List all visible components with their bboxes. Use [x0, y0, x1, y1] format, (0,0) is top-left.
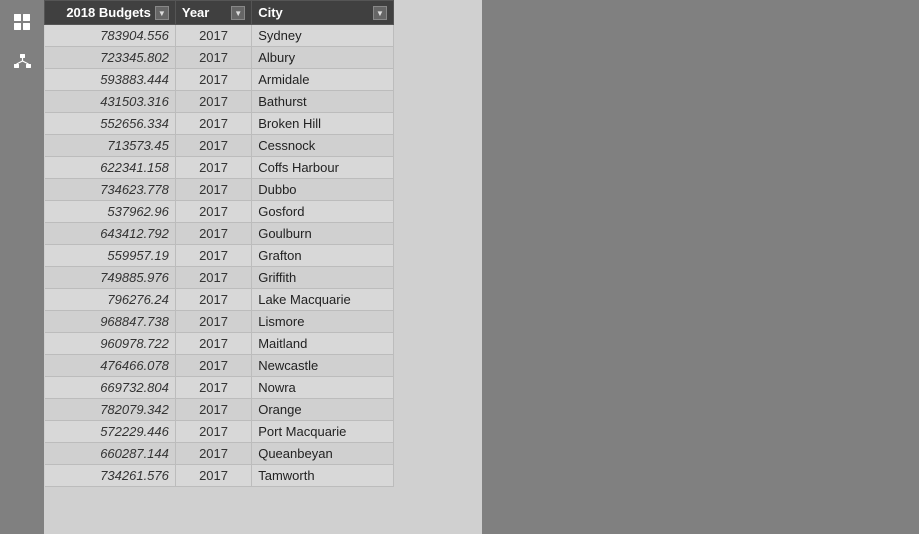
cell-year: 2017: [175, 135, 251, 157]
cell-budget: 713573.45: [45, 135, 176, 157]
cell-city: Albury: [252, 47, 394, 69]
budget-column-label: 2018 Budgets: [66, 5, 151, 20]
cell-year: 2017: [175, 355, 251, 377]
cell-year: 2017: [175, 245, 251, 267]
cell-city: Queanbeyan: [252, 443, 394, 465]
data-table-wrapper: 2018 Budgets ▼ Year ▼ City ▼: [44, 0, 482, 534]
cell-city: Tamworth: [252, 465, 394, 487]
year-dropdown-icon[interactable]: ▼: [231, 6, 245, 20]
cell-year: 2017: [175, 421, 251, 443]
table-row[interactable]: 713573.452017Cessnock: [45, 135, 394, 157]
cell-year: 2017: [175, 289, 251, 311]
cell-year: 2017: [175, 465, 251, 487]
table-row[interactable]: 782079.3422017Orange: [45, 399, 394, 421]
cell-year: 2017: [175, 377, 251, 399]
cell-budget: 749885.976: [45, 267, 176, 289]
table-row[interactable]: 572229.4462017Port Macquarie: [45, 421, 394, 443]
column-header-year[interactable]: Year ▼: [175, 1, 251, 25]
cell-year: 2017: [175, 201, 251, 223]
table-row[interactable]: 559957.192017Grafton: [45, 245, 394, 267]
cell-city: Broken Hill: [252, 113, 394, 135]
table-row[interactable]: 960978.7222017Maitland: [45, 333, 394, 355]
cell-city: Goulburn: [252, 223, 394, 245]
cell-city: Dubbo: [252, 179, 394, 201]
cell-year: 2017: [175, 443, 251, 465]
column-header-city[interactable]: City ▼: [252, 1, 394, 25]
year-column-label: Year: [182, 5, 209, 20]
cell-budget: 660287.144: [45, 443, 176, 465]
cell-city: Armidale: [252, 69, 394, 91]
cell-city: Coffs Harbour: [252, 157, 394, 179]
cell-year: 2017: [175, 25, 251, 47]
budget-dropdown-icon[interactable]: ▼: [155, 6, 169, 20]
cell-year: 2017: [175, 47, 251, 69]
table-row[interactable]: 669732.8042017Nowra: [45, 377, 394, 399]
cell-budget: 723345.802: [45, 47, 176, 69]
sidebar-icons: [0, 0, 44, 534]
cell-city: Sydney: [252, 25, 394, 47]
cell-city: Nowra: [252, 377, 394, 399]
city-column-label: City: [258, 5, 283, 20]
cell-year: 2017: [175, 399, 251, 421]
cell-year: 2017: [175, 69, 251, 91]
cell-budget: 431503.316: [45, 91, 176, 113]
table-row[interactable]: 749885.9762017Griffith: [45, 267, 394, 289]
table-row[interactable]: 783904.5562017Sydney: [45, 25, 394, 47]
table-row[interactable]: 537962.962017Gosford: [45, 201, 394, 223]
cell-city: Cessnock: [252, 135, 394, 157]
cell-city: Maitland: [252, 333, 394, 355]
cell-budget: 593883.444: [45, 69, 176, 91]
cell-city: Bathurst: [252, 91, 394, 113]
city-dropdown-icon[interactable]: ▼: [373, 6, 387, 20]
table-row[interactable]: 796276.242017Lake Macquarie: [45, 289, 394, 311]
cell-year: 2017: [175, 311, 251, 333]
table-row[interactable]: 734623.7782017Dubbo: [45, 179, 394, 201]
cell-city: Griffith: [252, 267, 394, 289]
cell-budget: 643412.792: [45, 223, 176, 245]
cell-budget: 476466.078: [45, 355, 176, 377]
table-row[interactable]: 723345.8022017Albury: [45, 47, 394, 69]
cell-city: Lake Macquarie: [252, 289, 394, 311]
cell-budget: 622341.158: [45, 157, 176, 179]
hierarchy-icon-button[interactable]: [8, 48, 36, 76]
table-row[interactable]: 622341.1582017Coffs Harbour: [45, 157, 394, 179]
cell-year: 2017: [175, 223, 251, 245]
cell-year: 2017: [175, 179, 251, 201]
data-table: 2018 Budgets ▼ Year ▼ City ▼: [44, 0, 394, 487]
cell-city: Port Macquarie: [252, 421, 394, 443]
cell-budget: 537962.96: [45, 201, 176, 223]
cell-budget: 782079.342: [45, 399, 176, 421]
cell-city: Orange: [252, 399, 394, 421]
cell-budget: 734623.778: [45, 179, 176, 201]
cell-budget: 669732.804: [45, 377, 176, 399]
cell-year: 2017: [175, 333, 251, 355]
cell-city: Lismore: [252, 311, 394, 333]
table-row[interactable]: 552656.3342017Broken Hill: [45, 113, 394, 135]
cell-budget: 796276.24: [45, 289, 176, 311]
cell-city: Gosford: [252, 201, 394, 223]
cell-budget: 552656.334: [45, 113, 176, 135]
table-row[interactable]: 476466.0782017Newcastle: [45, 355, 394, 377]
cell-city: Newcastle: [252, 355, 394, 377]
cell-year: 2017: [175, 157, 251, 179]
cell-year: 2017: [175, 267, 251, 289]
cell-budget: 968847.738: [45, 311, 176, 333]
cell-budget: 572229.446: [45, 421, 176, 443]
table-row[interactable]: 643412.7922017Goulburn: [45, 223, 394, 245]
cell-budget: 783904.556: [45, 25, 176, 47]
cell-year: 2017: [175, 91, 251, 113]
cell-budget: 734261.576: [45, 465, 176, 487]
right-panel: [482, 0, 919, 534]
cell-budget: 960978.722: [45, 333, 176, 355]
cell-year: 2017: [175, 113, 251, 135]
table-row[interactable]: 660287.1442017Queanbeyan: [45, 443, 394, 465]
cell-city: Grafton: [252, 245, 394, 267]
table-row[interactable]: 734261.5762017Tamworth: [45, 465, 394, 487]
table-row[interactable]: 968847.7382017Lismore: [45, 311, 394, 333]
table-row[interactable]: 431503.3162017Bathurst: [45, 91, 394, 113]
grid-icon-button[interactable]: [8, 8, 36, 36]
table-row[interactable]: 593883.4442017Armidale: [45, 69, 394, 91]
cell-budget: 559957.19: [45, 245, 176, 267]
column-header-budget[interactable]: 2018 Budgets ▼: [45, 1, 176, 25]
